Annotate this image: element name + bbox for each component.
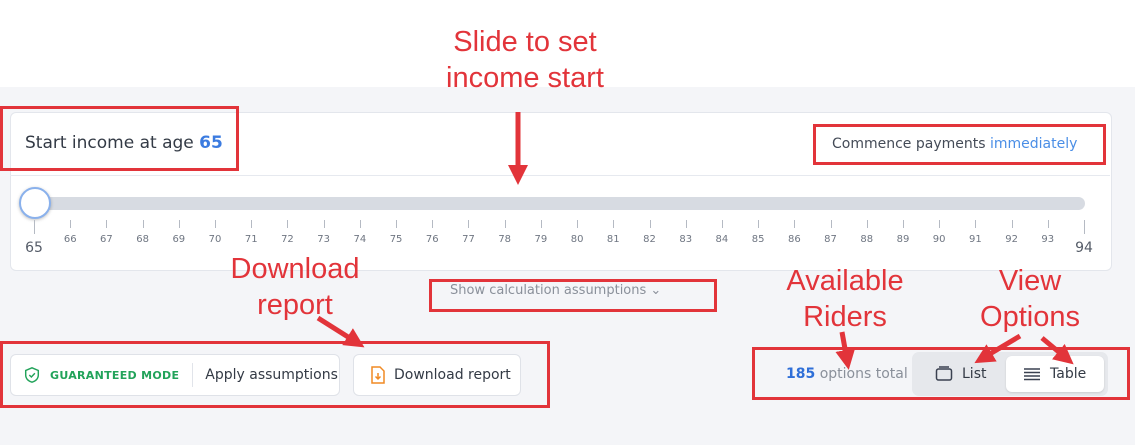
arrow-to-download [316, 315, 365, 348]
arrow-to-table [1040, 336, 1074, 365]
annotation-arrows [316, 112, 1074, 370]
arrow-to-options [835, 331, 856, 370]
arrow-to-list [974, 333, 1022, 364]
